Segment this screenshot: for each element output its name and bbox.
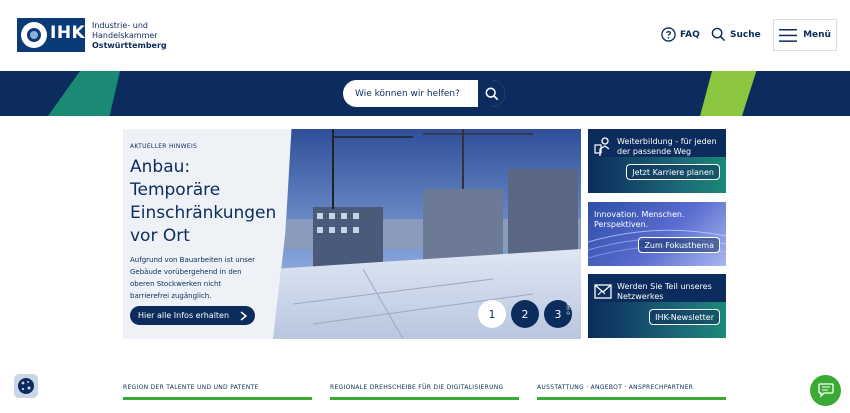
card-fokusthema: Innovation. Menschen. Perspektiven. Zum …	[588, 202, 726, 266]
band-accent-navy-right	[742, 71, 850, 116]
card-title: Werden Sie Teil unseres Netzwerkes	[617, 282, 712, 301]
search-icon	[485, 87, 498, 100]
site-search	[343, 80, 505, 107]
section-label: AUSSTATTUNG · ANGEBOT · ANSPRECHPARTNER	[537, 384, 694, 391]
logo-line-1: Industrie- und	[92, 21, 148, 30]
logo-wordmark[interactable]: Industrie- und Handelskammer Ostwürttemb…	[92, 21, 167, 51]
section-column-3: AUSSTATTUNG · ANGEBOT · ANSPRECHPARTNER	[537, 384, 726, 400]
slide-page-1[interactable]: 1	[478, 300, 506, 328]
hero-kicker: AKTUELLER HINWEIS	[130, 143, 198, 150]
section-column-2: REGIONALE DREHSCHEIBE FÜR DIE DIGITALISI…	[330, 384, 519, 400]
newsletter-button[interactable]: IHK-Newsletter	[649, 309, 720, 325]
photo-credit: © IHK	[566, 302, 571, 315]
chat-icon	[817, 383, 834, 398]
logo-abbreviation: IHK	[50, 23, 86, 43]
section-divider	[123, 397, 312, 400]
hero-title: Anbau: Temporäre Einschränkungen vor Ort	[130, 157, 277, 246]
menu-label: Menü	[803, 30, 831, 40]
search-icon	[711, 27, 726, 42]
hero-cta-button[interactable]: Hier alle Infos erhalten	[130, 306, 256, 325]
fokusthema-button[interactable]: Zum Fokusthema	[638, 237, 720, 253]
chat-button[interactable]	[810, 375, 841, 406]
card-title: Innovation. Menschen. Perspektiven.	[594, 210, 685, 229]
search-input[interactable]	[343, 88, 478, 99]
newsletter-icon	[594, 284, 612, 299]
search-link[interactable]: Suche	[711, 27, 761, 42]
section-divider	[537, 397, 726, 400]
hero-teaser: AKTUELLER HINWEIS Anbau: Temporäre Einsc…	[123, 129, 581, 339]
card-newsletter: Werden Sie Teil unseres Netzwerkes IHK-N…	[588, 274, 726, 338]
faq-label: FAQ	[680, 29, 700, 40]
hamburger-icon	[779, 28, 798, 42]
site-header: IHK Industrie- und Handelskammer Ostwürt…	[0, 0, 850, 71]
search-submit-button[interactable]	[478, 80, 505, 107]
logo-line-3: Ostwürttemberg	[92, 41, 167, 50]
ihk-logo-mark-icon	[21, 22, 47, 48]
card-weiterbildung: Weiterbildung - für jeden der passende W…	[588, 129, 726, 193]
hero-cta-label: Hier alle Infos erhalten	[138, 311, 230, 320]
cookie-icon	[18, 378, 34, 394]
search-label: Suche	[730, 29, 761, 40]
hero-text-block: AKTUELLER HINWEIS Anbau: Temporäre Einsc…	[130, 143, 277, 302]
ihk-logo[interactable]: IHK	[17, 18, 85, 52]
question-circle-icon	[661, 27, 676, 42]
logo-line-2: Handelskammer	[92, 31, 158, 40]
chevron-right-icon	[240, 311, 248, 321]
cookie-settings-button[interactable]	[14, 374, 38, 398]
card-title: Weiterbildung - für jeden der passende W…	[617, 137, 717, 156]
menu-button[interactable]: Menü	[773, 19, 837, 51]
slide-page-2[interactable]: 2	[511, 300, 539, 328]
section-divider	[330, 397, 519, 400]
faq-link[interactable]: FAQ	[661, 27, 700, 42]
karriere-planen-button[interactable]: Jetzt Karriere planen	[626, 164, 720, 180]
section-label: REGION DER TALENTE UND UND PATENTE	[123, 384, 259, 391]
slider-pagination: 1 2 3	[478, 300, 572, 328]
section-label: REGIONALE DREHSCHEIBE FÜR DIE DIGITALISI…	[330, 384, 504, 391]
section-column-1: REGION DER TALENTE UND UND PATENTE	[123, 384, 312, 400]
hero-description: Aufgrund von Bauarbeiten ist unser Gebäu…	[130, 256, 256, 300]
person-growth-icon	[594, 137, 610, 156]
